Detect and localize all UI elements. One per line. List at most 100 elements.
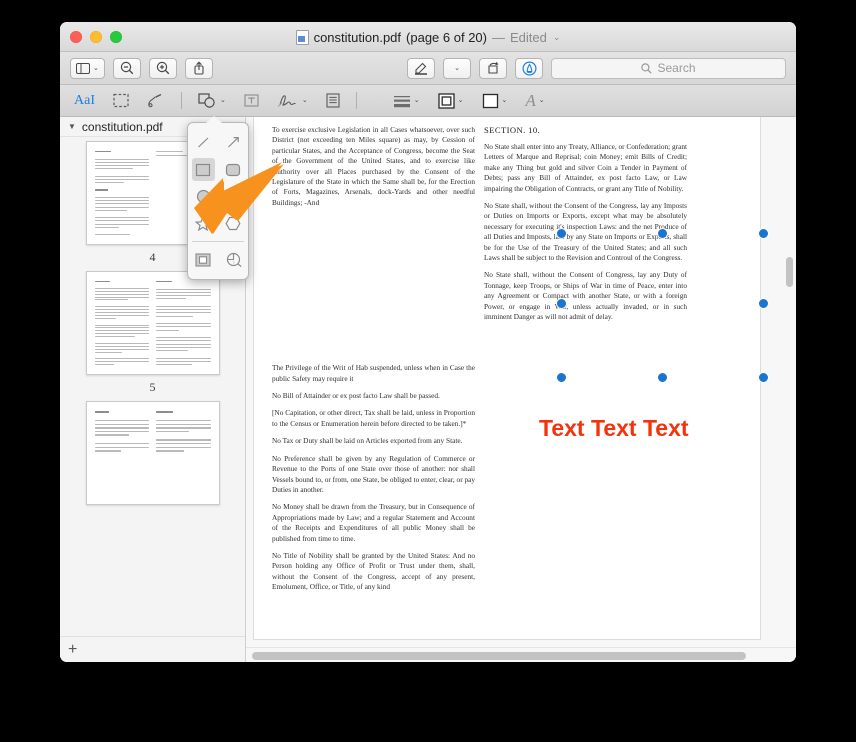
- sidebar-icon: [76, 63, 90, 74]
- markup-toggle-button[interactable]: [515, 58, 543, 79]
- chevron-down-icon: ⌄: [454, 65, 460, 72]
- thumb-column-right: [156, 411, 211, 495]
- star-shape-icon: [195, 216, 211, 231]
- text-selection-label: AaI: [74, 93, 95, 109]
- rounded-rectangle-shape-icon: [225, 163, 241, 177]
- paragraph: No Money shall be drawn from the Treasur…: [272, 502, 475, 544]
- mask-tool-icon: [195, 253, 211, 267]
- star-shape-button[interactable]: [192, 212, 215, 235]
- line-shape-button[interactable]: [192, 131, 215, 154]
- font-style-tool[interactable]: A ⌄: [523, 89, 546, 113]
- selection-handle-top-left[interactable]: [557, 229, 566, 238]
- thumbnail-item[interactable]: 5: [60, 271, 245, 395]
- loupe-tool-icon: [225, 252, 242, 267]
- selection-handle-middle-right[interactable]: [759, 299, 768, 308]
- disclosure-triangle-icon[interactable]: ▼: [68, 122, 76, 131]
- sidebar-toggle-button[interactable]: ⌄: [70, 58, 105, 79]
- markup-toolbar: AaI ⌄: [60, 85, 796, 117]
- horizontal-scrollbar-track[interactable]: [246, 647, 796, 662]
- speech-bubble-shape-button[interactable]: [222, 185, 245, 208]
- pdf-page[interactable]: To exercise exclusive Legislation in all…: [253, 117, 761, 640]
- thumbnail-page-5[interactable]: [86, 271, 220, 375]
- chevron-down-icon: ⌄: [220, 97, 226, 104]
- title-bar: constitution.pdf (page 6 of 20) — Edited…: [60, 22, 796, 52]
- chevron-down-icon[interactable]: ⌄: [553, 32, 561, 43]
- polygon-shape-icon: [225, 216, 241, 231]
- selection-handle-top-right[interactable]: [759, 229, 768, 238]
- shapes-icon: [198, 93, 217, 109]
- border-color-tool[interactable]: ⌄: [436, 89, 466, 113]
- fill-color-icon: [482, 93, 499, 109]
- search-input[interactable]: Search: [551, 58, 786, 79]
- fill-color-tool[interactable]: ⌄: [480, 89, 510, 113]
- note-icon: [326, 93, 340, 108]
- text-selection-tool[interactable]: AaI: [72, 89, 97, 113]
- horizontal-scrollbar-thumb[interactable]: [252, 652, 746, 660]
- oval-shape-icon: [196, 189, 211, 204]
- preview-window: constitution.pdf (page 6 of 20) — Edited…: [60, 22, 796, 662]
- sketch-tool[interactable]: [145, 89, 167, 113]
- paragraph: No Title of Nobility shall be granted by…: [272, 551, 475, 593]
- rectangle-shape-button[interactable]: [192, 158, 215, 181]
- share-button[interactable]: [185, 58, 213, 79]
- sidebar-document-name: constitution.pdf: [82, 120, 163, 134]
- shapes-row: [188, 156, 248, 183]
- selection-handle-top-center[interactable]: [658, 229, 667, 238]
- highlight-options-button[interactable]: ⌄: [443, 58, 471, 79]
- vertical-scrollbar[interactable]: [786, 257, 793, 287]
- zoom-in-icon: [156, 61, 170, 75]
- selection-handle-bottom-left[interactable]: [557, 373, 566, 382]
- chevron-down-icon: ⌄: [502, 97, 508, 104]
- shapes-popover: [187, 122, 249, 280]
- thumbnail-item[interactable]: [60, 401, 245, 510]
- selection-handle-bottom-right[interactable]: [759, 373, 768, 382]
- selection-gap: [272, 215, 475, 363]
- polygon-shape-button[interactable]: [222, 212, 245, 235]
- title-page-info: (page 6 of 20): [406, 30, 487, 45]
- oval-shape-button[interactable]: [192, 185, 215, 208]
- white-rectangle-annotation[interactable]: [484, 443, 518, 495]
- highlight-button[interactable]: [407, 58, 435, 79]
- arrow-shape-button[interactable]: [222, 131, 245, 154]
- loupe-tool-button[interactable]: [222, 248, 245, 271]
- thumbnail-page-number: 5: [150, 380, 156, 395]
- shapes-row: [188, 183, 248, 210]
- thumbnail-page-number: 4: [150, 250, 156, 265]
- text-annotation[interactable]: Text Text Text: [539, 415, 689, 442]
- share-icon: [193, 61, 205, 75]
- toolbar-right-group: ⌄ Search: [407, 58, 786, 79]
- thumb-column-left: [95, 151, 150, 235]
- signature-tool[interactable]: ⌄: [275, 89, 310, 113]
- selection-handle-bottom-center[interactable]: [658, 373, 667, 382]
- title-edited-label: Edited: [510, 30, 547, 45]
- shapes-row: [188, 210, 248, 237]
- paragraph: No State shall, without the Consent of t…: [484, 201, 687, 263]
- rectangle-shape-icon: [195, 163, 211, 177]
- section-heading: SECTION. 10.: [484, 125, 687, 135]
- zoom-out-button[interactable]: [113, 58, 141, 79]
- rectangular-selection-tool[interactable]: [111, 89, 131, 113]
- mask-tool-button[interactable]: [192, 248, 215, 271]
- paragraph: No State shall enter into any Treaty, Al…: [484, 142, 687, 194]
- rounded-rectangle-shape-button[interactable]: [222, 158, 245, 181]
- selection-handle-middle-left[interactable]: [557, 299, 566, 308]
- rotate-icon: [486, 61, 500, 75]
- paragraph: No State shall, without the Consent of C…: [484, 270, 687, 322]
- line-style-icon: [393, 94, 411, 108]
- text-box-tool[interactable]: [242, 89, 261, 113]
- line-style-tool[interactable]: ⌄: [391, 89, 422, 113]
- pdf-document-icon: [296, 30, 309, 45]
- add-page-button[interactable]: +: [68, 642, 77, 658]
- thumbnail-page-6[interactable]: [86, 401, 220, 505]
- paragraph: [No Capitation, or other direct, Tax sha…: [272, 408, 475, 429]
- shapes-row: [188, 129, 248, 156]
- zoom-in-button[interactable]: [149, 58, 177, 79]
- paragraph: No Tax or Duty shall be laid on Articles…: [272, 436, 475, 446]
- shapes-tool[interactable]: ⌄: [196, 89, 228, 113]
- title-separator: —: [492, 30, 505, 45]
- markup-pen-icon: [522, 61, 537, 76]
- popover-divider: [192, 241, 244, 242]
- note-tool[interactable]: [324, 89, 342, 113]
- rotate-button[interactable]: [479, 58, 507, 79]
- main-toolbar: ⌄: [60, 52, 796, 85]
